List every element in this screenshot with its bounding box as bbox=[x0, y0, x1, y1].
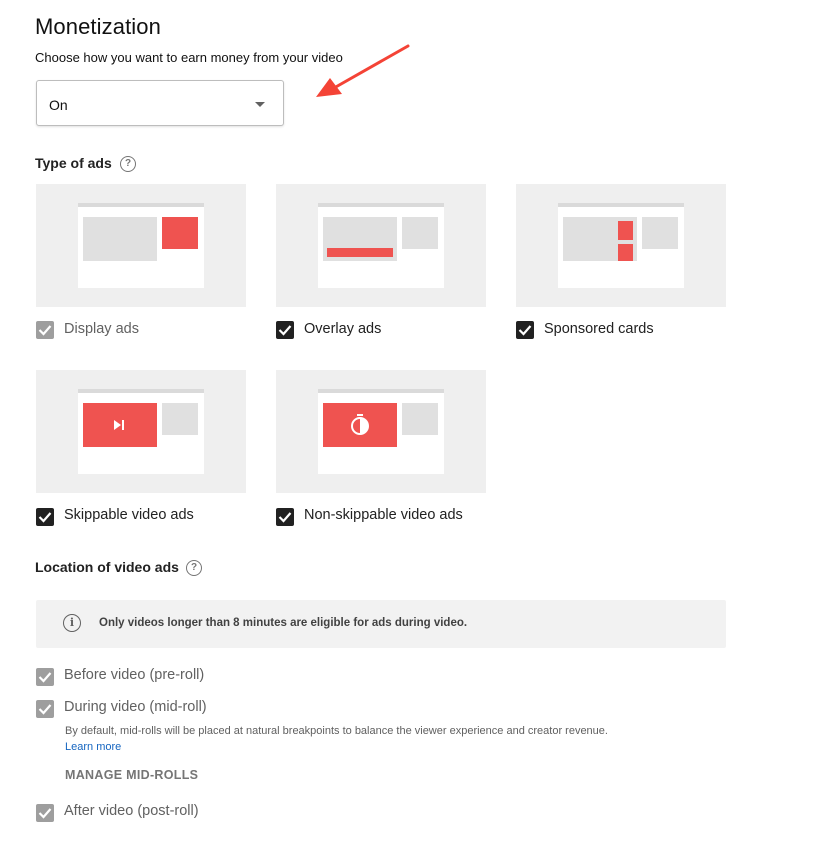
type-of-ads-help-icon[interactable]: ? bbox=[120, 156, 136, 172]
location-of-video-ads-label: Location of video ads bbox=[35, 559, 179, 575]
chevron-down-icon bbox=[255, 102, 265, 107]
display-ads-illustration bbox=[36, 184, 246, 307]
info-icon: i bbox=[63, 614, 81, 632]
overlay-ads-label: Overlay ads bbox=[304, 321, 382, 337]
type-of-ads-label: Type of ads bbox=[35, 155, 112, 171]
sponsored-cards-label: Sponsored cards bbox=[544, 321, 654, 337]
non-skippable-video-ads-illustration bbox=[276, 370, 486, 493]
post-roll-checkbox[interactable] bbox=[36, 804, 54, 822]
checkmark-icon bbox=[38, 808, 52, 819]
non-skippable-video-ads-checkbox[interactable] bbox=[276, 508, 294, 526]
non-skippable-video-ads-label: Non-skippable video ads bbox=[304, 507, 463, 523]
pre-roll-label: Before video (pre-roll) bbox=[64, 667, 205, 683]
checkmark-icon bbox=[278, 325, 292, 336]
mid-roll-helper-text: By default, mid-rolls will be placed at … bbox=[65, 725, 608, 737]
skippable-video-ads-label: Skippable video ads bbox=[64, 507, 194, 523]
manage-mid-rolls-button[interactable]: MANAGE MID-ROLLS bbox=[65, 768, 198, 782]
mid-roll-label: During video (mid-roll) bbox=[64, 699, 207, 715]
display-ads-label: Display ads bbox=[64, 321, 139, 337]
sponsored-cards-checkbox[interactable] bbox=[516, 321, 534, 339]
page-subtitle: Choose how you want to earn money from y… bbox=[35, 50, 343, 65]
skip-next-icon bbox=[114, 420, 124, 430]
overlay-ads-checkbox[interactable] bbox=[276, 321, 294, 339]
post-roll-label: After video (post-roll) bbox=[64, 803, 199, 819]
monetization-select-value: On bbox=[49, 97, 68, 113]
checkmark-icon bbox=[278, 512, 292, 523]
pre-roll-checkbox[interactable] bbox=[36, 668, 54, 686]
checkmark-icon bbox=[38, 672, 52, 683]
annotation-arrow-icon bbox=[316, 44, 410, 97]
location-help-icon[interactable]: ? bbox=[186, 560, 202, 576]
info-banner: i Only videos longer than 8 minutes are … bbox=[36, 600, 726, 648]
display-ads-checkbox[interactable] bbox=[36, 321, 54, 339]
skippable-video-ads-checkbox[interactable] bbox=[36, 508, 54, 526]
monetization-select[interactable]: On bbox=[36, 80, 284, 126]
overlay-ads-illustration bbox=[276, 184, 486, 307]
mid-roll-checkbox[interactable] bbox=[36, 700, 54, 718]
checkmark-icon bbox=[38, 704, 52, 715]
checkmark-icon bbox=[38, 325, 52, 336]
info-banner-text: Only videos longer than 8 minutes are el… bbox=[99, 617, 468, 629]
sponsored-cards-illustration bbox=[516, 184, 726, 307]
timer-icon bbox=[351, 414, 369, 435]
page-title: Monetization bbox=[35, 14, 161, 39]
skippable-video-ads-illustration bbox=[36, 370, 246, 493]
learn-more-link[interactable]: Learn more bbox=[65, 741, 121, 753]
checkmark-icon bbox=[38, 512, 52, 523]
checkmark-icon bbox=[518, 325, 532, 336]
